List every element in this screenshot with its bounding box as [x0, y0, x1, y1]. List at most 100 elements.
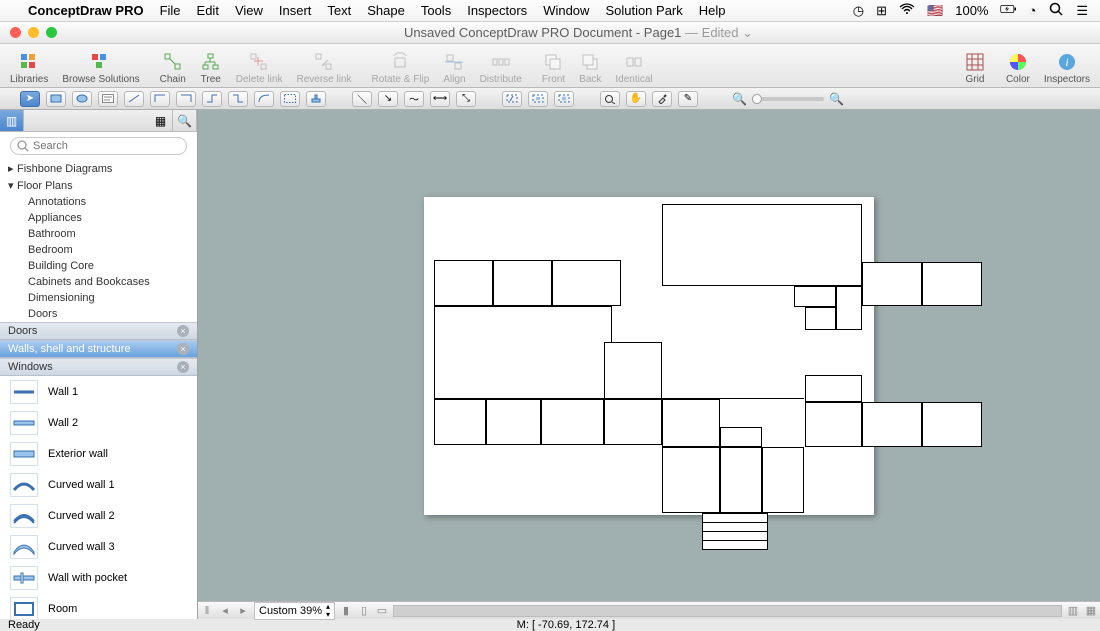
- chain-button[interactable]: Chain: [160, 51, 186, 85]
- view-mode-2[interactable]: ▯: [355, 604, 373, 617]
- macos-menubar: ConceptDraw PRO File Edit View Insert Te…: [0, 0, 1100, 22]
- edit-tool[interactable]: ✎: [678, 91, 698, 107]
- inspectors-button[interactable]: iInspectors: [1044, 51, 1090, 85]
- sync-icon[interactable]: ◷: [853, 3, 864, 19]
- stamp-tool[interactable]: [306, 91, 326, 107]
- cursor-tool[interactable]: ➤: [20, 91, 40, 107]
- lib-header-windows[interactable]: Windows×: [0, 358, 197, 376]
- h-scrollbar[interactable]: [393, 605, 1062, 617]
- view-mode-1[interactable]: ▮: [337, 604, 355, 617]
- connector-z-tool[interactable]: [228, 91, 248, 107]
- layout-1-icon[interactable]: ▥: [1064, 604, 1082, 617]
- menu-file[interactable]: File: [160, 3, 181, 18]
- rect-tool[interactable]: [46, 91, 66, 107]
- grid-button[interactable]: Grid: [964, 51, 986, 85]
- page-next-icon[interactable]: ▸: [234, 604, 252, 617]
- shape-curved-wall-3[interactable]: Curved wall 3: [0, 531, 197, 562]
- window-maximize-button[interactable]: [46, 27, 57, 38]
- connector-c-tool[interactable]: [254, 91, 274, 107]
- draw-line-tool[interactable]: ＼: [352, 91, 372, 107]
- tree-building-core[interactable]: Building Core: [0, 258, 197, 274]
- mode-toolbar: ➤ ＼ ↘ 〜 ⟷ ⤡ ✋ ✎ 🔍 🔍: [0, 88, 1100, 110]
- menu-shape[interactable]: Shape: [367, 3, 405, 18]
- draw-dim-h-tool[interactable]: ⟷: [430, 91, 450, 107]
- tree-appliances[interactable]: Appliances: [0, 210, 197, 226]
- page-first-icon[interactable]: ‖: [198, 605, 216, 617]
- hand-tool[interactable]: ✋: [626, 91, 646, 107]
- zoom-select[interactable]: Custom 39%▴▾: [254, 602, 335, 620]
- canvas-viewport[interactable]: [198, 110, 1100, 601]
- tree-floorplans[interactable]: ▾Floor Plans: [0, 177, 197, 194]
- tree-cabinets[interactable]: Cabinets and Bookcases: [0, 274, 197, 290]
- ellipse-tool[interactable]: [72, 91, 92, 107]
- shape-wall-pocket[interactable]: Wall with pocket: [0, 562, 197, 593]
- library-search-input[interactable]: [10, 137, 187, 155]
- lib-header-walls[interactable]: Walls, shell and structure×: [0, 340, 197, 358]
- close-icon[interactable]: ×: [177, 325, 189, 337]
- shape-curved-wall-2[interactable]: Curved wall 2: [0, 500, 197, 531]
- close-icon[interactable]: ×: [177, 361, 189, 373]
- sel-group-2[interactable]: [528, 91, 548, 107]
- draw-dim-v-tool[interactable]: ⤡: [456, 91, 476, 107]
- shape-room[interactable]: Room: [0, 593, 197, 619]
- close-icon[interactable]: ×: [177, 343, 189, 355]
- sel-group-3[interactable]: [554, 91, 574, 107]
- connector-g-tool[interactable]: [280, 91, 300, 107]
- shape-exterior-wall[interactable]: Exterior wall: [0, 438, 197, 469]
- line-tool[interactable]: [124, 91, 144, 107]
- menu-inspectors[interactable]: Inspectors: [467, 3, 527, 18]
- shape-wall-2[interactable]: Wall 2: [0, 407, 197, 438]
- view-mode-3[interactable]: ▭: [373, 604, 391, 617]
- spotlight-icon[interactable]: [1048, 2, 1064, 19]
- drawing-page[interactable]: [424, 197, 874, 515]
- tree-annotations[interactable]: Annotations: [0, 194, 197, 210]
- page-prev-icon[interactable]: ◂: [216, 604, 234, 617]
- window-minimize-button[interactable]: [28, 27, 39, 38]
- connector-r-tool[interactable]: [176, 91, 196, 107]
- color-button[interactable]: Color: [1006, 51, 1030, 85]
- draw-curve-tool[interactable]: 〜: [404, 91, 424, 107]
- shape-curved-wall-1[interactable]: Curved wall 1: [0, 469, 197, 500]
- menu-insert[interactable]: Insert: [279, 3, 312, 18]
- tree-bedroom[interactable]: Bedroom: [0, 242, 197, 258]
- app-name[interactable]: ConceptDraw PRO: [28, 3, 144, 18]
- connector-s-tool[interactable]: [202, 91, 222, 107]
- clock-icon[interactable]: ◔: [1028, 3, 1036, 18]
- menu-edit[interactable]: Edit: [197, 3, 219, 18]
- wifi-icon[interactable]: [899, 2, 915, 19]
- tree-bathroom[interactable]: Bathroom: [0, 226, 197, 242]
- menu-view[interactable]: View: [235, 3, 263, 18]
- libraries-button[interactable]: Libraries: [10, 51, 48, 85]
- zoom-tool[interactable]: [600, 91, 620, 107]
- browse-solutions-button[interactable]: Browse Solutions: [62, 51, 139, 85]
- zoom-out-icon[interactable]: 🔍: [732, 92, 747, 106]
- text-tool[interactable]: [98, 91, 118, 107]
- menu-icon[interactable]: ☰: [1076, 3, 1088, 19]
- sel-group-1[interactable]: [502, 91, 522, 107]
- tree-doors[interactable]: Doors: [0, 306, 197, 322]
- dropper-tool[interactable]: [652, 91, 672, 107]
- panel-tab-search[interactable]: 🔍: [173, 110, 197, 131]
- tree-fishbone[interactable]: ▸Fishbone Diagrams: [0, 160, 197, 177]
- connector-l-tool[interactable]: [150, 91, 170, 107]
- layout-2-icon[interactable]: ▦: [1082, 604, 1100, 617]
- menu-help[interactable]: Help: [699, 3, 726, 18]
- grid-icon[interactable]: ⊞: [876, 3, 887, 19]
- menu-solution-park[interactable]: Solution Park: [605, 3, 682, 18]
- zoom-slider[interactable]: 🔍 🔍: [732, 92, 844, 106]
- draw-arrow-tool[interactable]: ↘: [378, 91, 398, 107]
- window-close-button[interactable]: [10, 27, 21, 38]
- front-button: Front: [542, 51, 565, 85]
- panel-tab-libraries[interactable]: ▥: [0, 110, 24, 131]
- shape-wall-1[interactable]: Wall 1: [0, 376, 197, 407]
- battery-icon[interactable]: [1000, 2, 1016, 19]
- tree-button[interactable]: Tree: [200, 51, 222, 85]
- zoom-in-icon[interactable]: 🔍: [829, 92, 844, 106]
- lib-header-doors[interactable]: Doors×: [0, 322, 197, 340]
- panel-tab-grid[interactable]: ▦: [149, 110, 173, 131]
- flag-icon[interactable]: 🇺🇸: [927, 3, 943, 19]
- menu-text[interactable]: Text: [327, 3, 351, 18]
- menu-tools[interactable]: Tools: [421, 3, 451, 18]
- tree-dimensioning[interactable]: Dimensioning: [0, 290, 197, 306]
- menu-window[interactable]: Window: [543, 3, 589, 18]
